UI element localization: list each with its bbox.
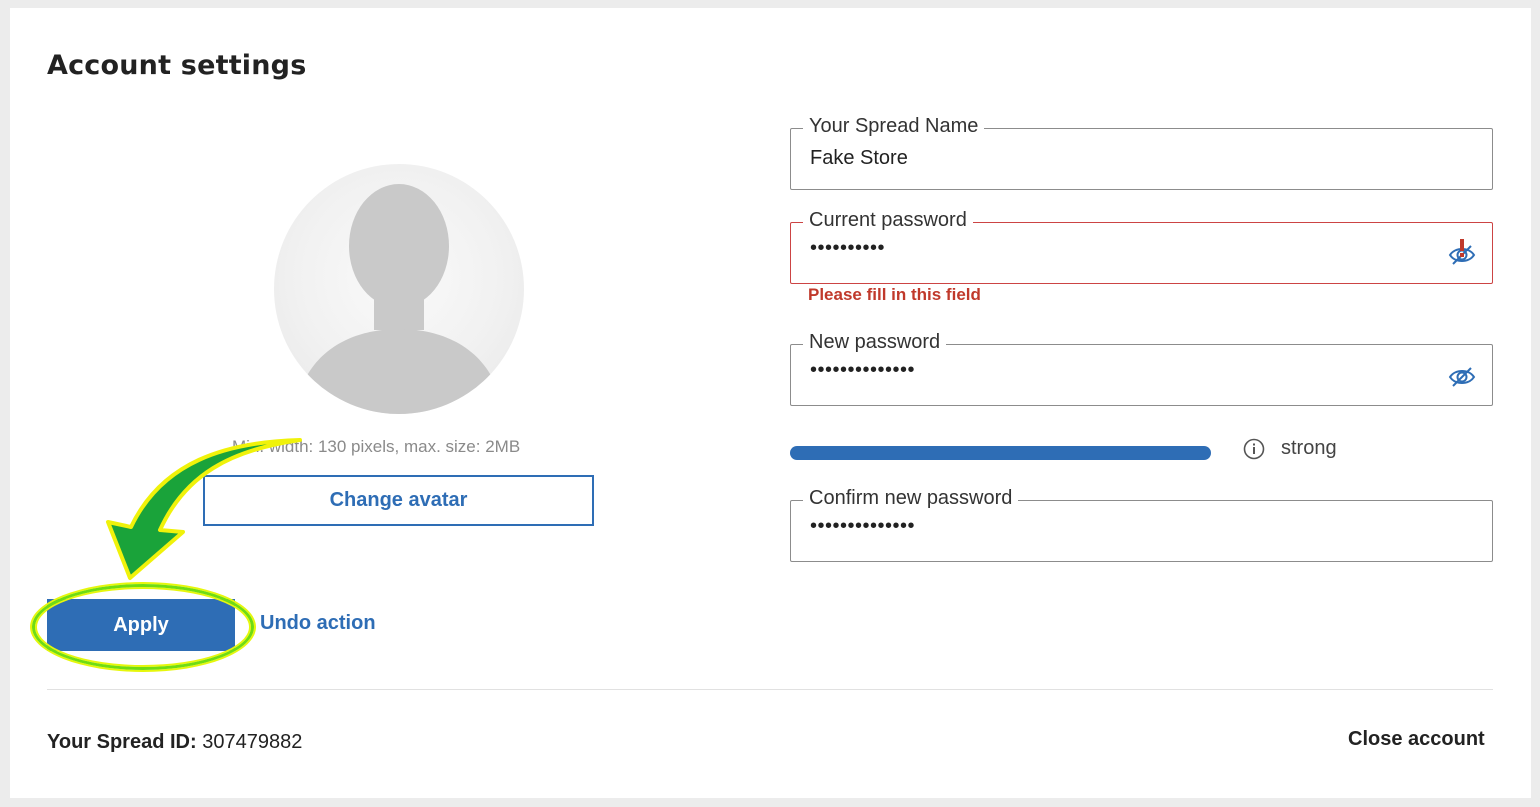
avatar-hint: Min. width: 130 pixels, max. size: 2MB [232,437,521,456]
footer-divider [47,689,1493,690]
page-title: Account settings [47,50,307,81]
new-password-value: •••••••••••••• [810,359,916,381]
apply-button[interactable]: Apply [47,599,235,651]
confirm-password-label: Confirm new password [803,487,1019,510]
spread-id: Your Spread ID: 307479882 [47,731,302,754]
change-avatar-button[interactable]: Change avatar [203,475,594,526]
avatar [274,164,524,414]
current-password-label: Current password [803,209,973,232]
spread-name-label: Your Spread Name [803,115,985,138]
password-strength-bar [790,446,1211,460]
current-password-value: •••••••••• [810,237,886,259]
password-strength-text: strong [1281,437,1337,459]
confirm-password-field[interactable]: Confirm new password •••••••••••••• [790,487,1493,562]
new-password-field[interactable]: New password •••••••••••••• [790,331,1493,406]
new-password-label: New password [803,331,947,354]
spread-name-value: Fake Store [810,147,908,169]
spread-id-label: Your Spread ID: [47,731,197,753]
close-account-link[interactable]: Close account [1348,728,1485,751]
spread-name-field[interactable]: Your Spread Name Fake Store [790,115,1493,190]
avatar-silhouette-icon [294,184,504,414]
eye-slash-icon[interactable] [1448,364,1476,388]
info-icon[interactable] [1243,438,1265,460]
current-password-error: Please fill in this field [808,285,981,304]
undo-action-link[interactable]: Undo action [260,612,376,635]
confirm-password-value: •••••••••••••• [810,515,916,537]
exclamation-icon [1460,239,1464,257]
current-password-field[interactable]: Current password •••••••••• [790,209,1493,284]
spread-id-value: 307479882 [202,731,303,753]
